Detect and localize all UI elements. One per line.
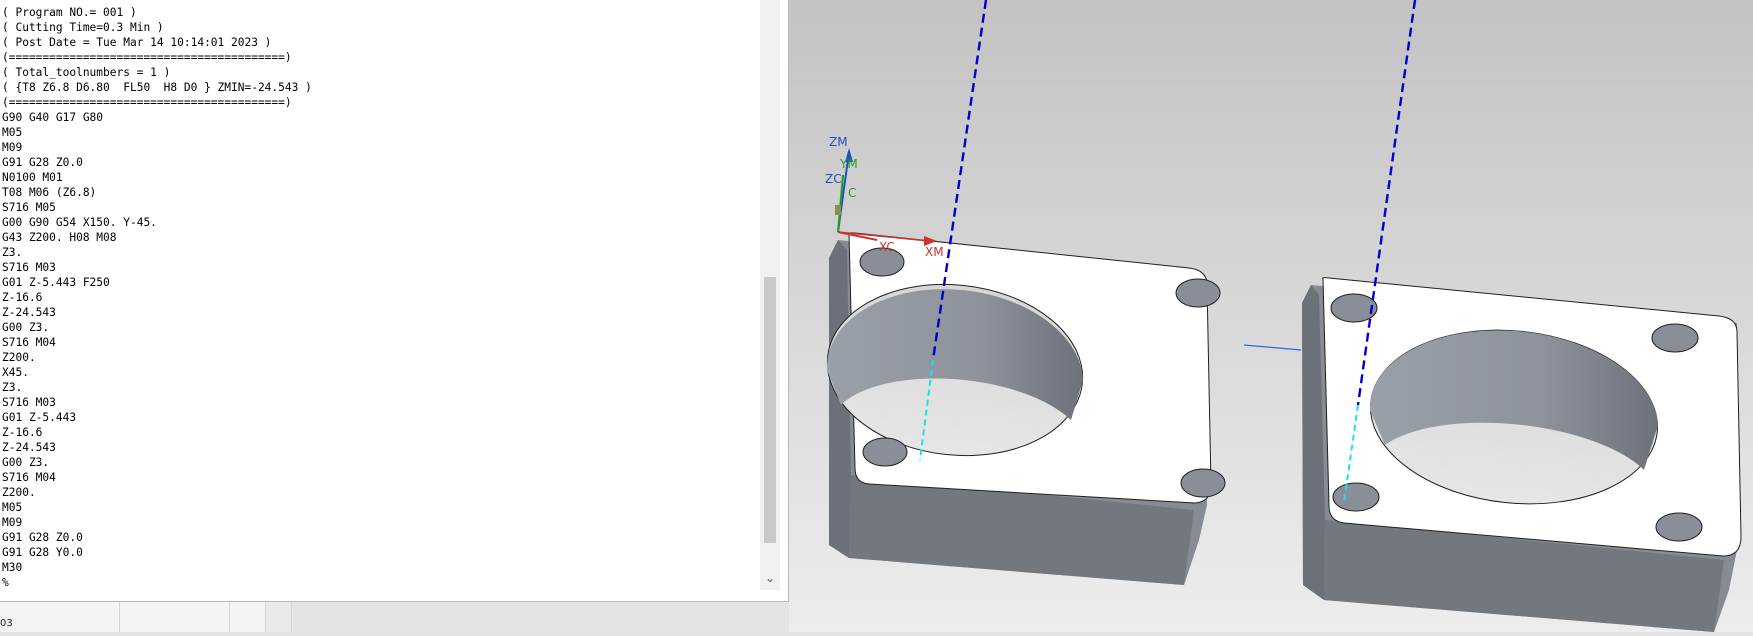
code-line: ( Cutting Time=0.3 Min ) [2, 21, 164, 34]
part-1-mount-hole [862, 437, 908, 467]
code-line: Z-24.543 [2, 306, 56, 319]
nc-code-window: ( Program NO.= 001 ) ( Cutting Time=0.3 M… [0, 0, 789, 602]
part-1-mount-hole [1180, 468, 1226, 498]
code-line: S716 M05 [2, 201, 56, 214]
part-2[interactable] [1302, 277, 1742, 632]
nc-code-text[interactable]: ( Program NO.= 001 ) ( Cutting Time=0.3 M… [2, 0, 762, 600]
code-line: M05 [2, 501, 23, 514]
code-line: Z200. [2, 351, 36, 364]
part-2-mount-hole [1330, 293, 1378, 323]
bottom-grid-label: 03 [0, 618, 13, 629]
chevron-down-icon: ⌄ [764, 571, 776, 585]
3d-viewport[interactable]: ZM YM ZC C XC XM [789, 0, 1753, 632]
code-line: M09 [2, 516, 23, 529]
part-2-mount-hole [1332, 482, 1380, 512]
axis-label-zc: ZC [825, 172, 842, 186]
code-line: ( Total_toolnumbers = 1 ) [2, 66, 171, 79]
code-line: ( {T8 Z6.8 D6.80 FL50 H8 D0 } ZMIN=-24.5… [2, 81, 312, 94]
scroll-down-button[interactable]: ⌄ [760, 567, 780, 589]
axis-label-xm: XM [925, 245, 944, 259]
code-line: M05 [2, 126, 23, 139]
code-line: M09 [2, 141, 23, 154]
code-line: S716 M04 [2, 471, 56, 484]
axis-label-yc: C [848, 186, 856, 200]
code-line: N0100 M01 [2, 171, 63, 184]
axis-label-ym: YM [839, 157, 858, 171]
code-line: Z3. [2, 246, 23, 259]
viewport-canvas[interactable]: ZM YM ZC C XC XM [789, 0, 1753, 632]
part-2-mount-hole [1651, 323, 1699, 353]
code-line: Z-16.6 [2, 426, 43, 439]
code-line: % [2, 576, 9, 589]
code-line: ( Post Date = Tue Mar 14 10:14:01 2023 ) [2, 36, 272, 49]
code-line: G01 Z-5.443 [2, 411, 77, 424]
code-line: G90 G40 G17 G80 [2, 111, 104, 124]
code-line: G91 G28 Z0.0 [2, 156, 83, 169]
grid-cell [0, 602, 120, 632]
code-line: T08 M06 (Z6.8) [2, 186, 97, 199]
code-line: S716 M03 [2, 396, 56, 409]
code-line: Z3. [2, 381, 23, 394]
scrollbar-thumb[interactable] [764, 277, 776, 543]
code-line: G00 Z3. [2, 456, 50, 469]
axis-label-xc: XC [879, 240, 895, 254]
code-line: G91 G28 Y0.0 [2, 546, 83, 559]
code-line: (=======================================… [2, 51, 292, 64]
origin-marker [835, 205, 841, 215]
axis-label-zm: ZM [829, 135, 848, 149]
code-line: G00 G90 G54 X150. Y-45. [2, 216, 157, 229]
code-line: (=======================================… [2, 96, 292, 109]
code-line: Z-16.6 [2, 291, 43, 304]
code-line: G00 Z3. [2, 321, 50, 334]
grid-cell [120, 602, 230, 632]
part-2-mount-hole [1655, 512, 1703, 542]
code-line: X45. [2, 366, 29, 379]
part-1[interactable] [819, 232, 1226, 585]
part-1-mount-hole [1175, 278, 1221, 308]
bottom-grid-strip [0, 602, 292, 632]
grid-cell [230, 602, 266, 632]
code-line: ( Program NO.= 001 ) [2, 6, 137, 19]
code-line: S716 M04 [2, 336, 56, 349]
code-line: G01 Z-5.443 F250 [2, 276, 110, 289]
vertical-scrollbar[interactable]: ⌄ [760, 0, 780, 590]
code-line: G43 Z200. H08 M08 [2, 231, 117, 244]
code-line: Z-24.543 [2, 441, 56, 454]
code-line: M30 [2, 561, 23, 574]
code-line: S716 M03 [2, 261, 56, 274]
code-line: G91 G28 Z0.0 [2, 531, 83, 544]
code-line: Z200. [2, 486, 36, 499]
grid-cell [266, 602, 292, 632]
